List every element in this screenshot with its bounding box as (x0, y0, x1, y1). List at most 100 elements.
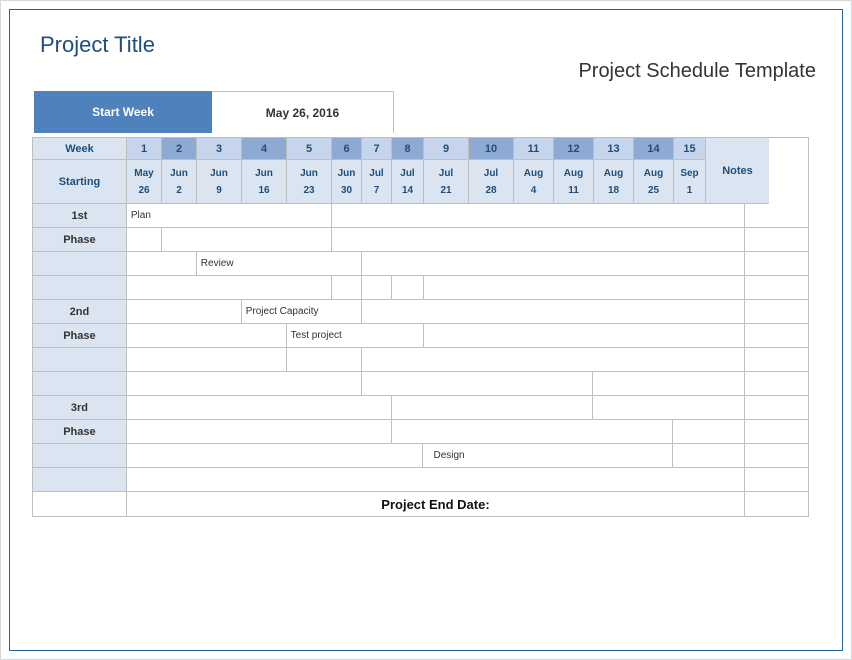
date-col: Aug4 (514, 160, 554, 204)
notes-cell[interactable] (745, 300, 808, 324)
table-row (33, 348, 808, 372)
month: Aug (604, 168, 623, 179)
day: 9 (216, 185, 222, 196)
header-row-weeks: Week 1 2 3 4 5 6 7 8 9 10 11 12 13 14 15… (33, 138, 808, 160)
notes-cell[interactable] (745, 252, 808, 276)
month: Jun (300, 168, 318, 179)
page: Project Title Project Schedule Template … (0, 0, 852, 660)
empty-cell (362, 300, 746, 324)
empty-cell (593, 372, 745, 396)
date-col: Jun 16 (242, 160, 287, 204)
empty-cell (127, 300, 242, 324)
month: Jul (484, 168, 498, 179)
date-col: Jul 28 (469, 160, 514, 204)
notes-cell[interactable] (745, 228, 808, 252)
notes-cell[interactable] (745, 204, 808, 228)
phase-label (33, 468, 127, 492)
notes-cell[interactable] (745, 348, 808, 372)
phase-label (33, 276, 127, 300)
phase-label (33, 444, 127, 468)
end-date-row: Project End Date: (33, 492, 808, 516)
empty-cell (127, 252, 197, 276)
table-row: 1st Plan (33, 204, 808, 228)
table-row: Phase (33, 228, 808, 252)
notes-cell[interactable] (745, 492, 808, 516)
notes-header: Notes (706, 138, 769, 204)
table-row: Phase (33, 420, 808, 444)
table-row (33, 468, 808, 492)
gantt-bar[interactable] (162, 228, 332, 252)
start-week-box: Start Week May 26, 2016 (34, 91, 820, 133)
empty-cell (127, 372, 362, 396)
week-num: 7 (362, 138, 392, 160)
date-col: Aug18 (594, 160, 634, 204)
day: 14 (402, 185, 413, 196)
date-col: May26 (127, 160, 162, 204)
day: 16 (258, 185, 269, 196)
start-week-value[interactable]: May 26, 2016 (212, 91, 394, 133)
gantt-bar[interactable] (362, 372, 594, 396)
date-col: Aug 11 (554, 160, 594, 204)
phase-label (33, 372, 127, 396)
date-col: Jun2 (162, 160, 197, 204)
end-date-label: Project End Date: (381, 497, 489, 512)
week-num: 1 (127, 138, 162, 160)
date-col: Jul21 (424, 160, 469, 204)
date-col: Jul14 (392, 160, 424, 204)
notes-cell[interactable] (745, 396, 808, 420)
week-num: 13 (594, 138, 634, 160)
week-num: 11 (514, 138, 554, 160)
month: Jun (255, 168, 273, 179)
day: 2 (176, 185, 182, 196)
empty-cell (127, 420, 392, 444)
notes-cell[interactable] (745, 468, 808, 492)
day: 7 (374, 185, 380, 196)
table-row: 2nd Project Capacity (33, 300, 808, 324)
phase-label: Phase (33, 324, 127, 348)
day: 11 (568, 185, 579, 196)
notes-cell[interactable] (745, 276, 808, 300)
week-num: 14 (634, 138, 674, 160)
month: Jul (439, 168, 453, 179)
task-plan[interactable]: Plan (127, 204, 332, 228)
week-num: 3 (197, 138, 242, 160)
empty-cell (332, 204, 745, 228)
task-review[interactable]: Review (197, 252, 362, 276)
notes-cell[interactable] (745, 444, 808, 468)
gantt-bar[interactable] (392, 276, 424, 300)
date-col: Jun 30 (332, 160, 362, 204)
gantt-bar[interactable] (332, 276, 362, 300)
day: 28 (485, 185, 496, 196)
gantt-bar[interactable] (392, 396, 594, 420)
empty-cell (673, 444, 745, 468)
month: Aug (644, 168, 663, 179)
task-test[interactable]: Test project (287, 324, 424, 348)
day: 30 (341, 185, 352, 196)
table-row (33, 372, 808, 396)
date-col: Aug25 (634, 160, 674, 204)
empty-cell (362, 252, 746, 276)
month: Jun (338, 168, 356, 179)
month: Aug (564, 168, 583, 179)
notes-cell[interactable] (745, 372, 808, 396)
date-col: Jun23 (287, 160, 332, 204)
start-week-label: Start Week (34, 91, 212, 133)
phase-label: Phase (33, 228, 127, 252)
empty-cell (593, 396, 745, 420)
week-num: 15 (674, 138, 706, 160)
month: Jun (210, 168, 228, 179)
month: Sep (680, 168, 698, 179)
week-num: 5 (287, 138, 332, 160)
empty-cell (127, 276, 332, 300)
task-capacity[interactable]: Project Capacity (242, 300, 362, 324)
empty-cell (127, 444, 424, 468)
month: Aug (524, 168, 543, 179)
header-row-months: Starting May26 Jun2 Jun9 Jun16 Jun23 Jun… (33, 160, 808, 204)
week-num: 12 (554, 138, 594, 160)
task-design[interactable]: Design (423, 444, 673, 468)
notes-cell[interactable] (745, 420, 808, 444)
gantt-bar[interactable] (287, 348, 362, 372)
gantt-bar[interactable] (392, 420, 674, 444)
empty-cell (362, 348, 746, 372)
notes-cell[interactable] (745, 324, 808, 348)
